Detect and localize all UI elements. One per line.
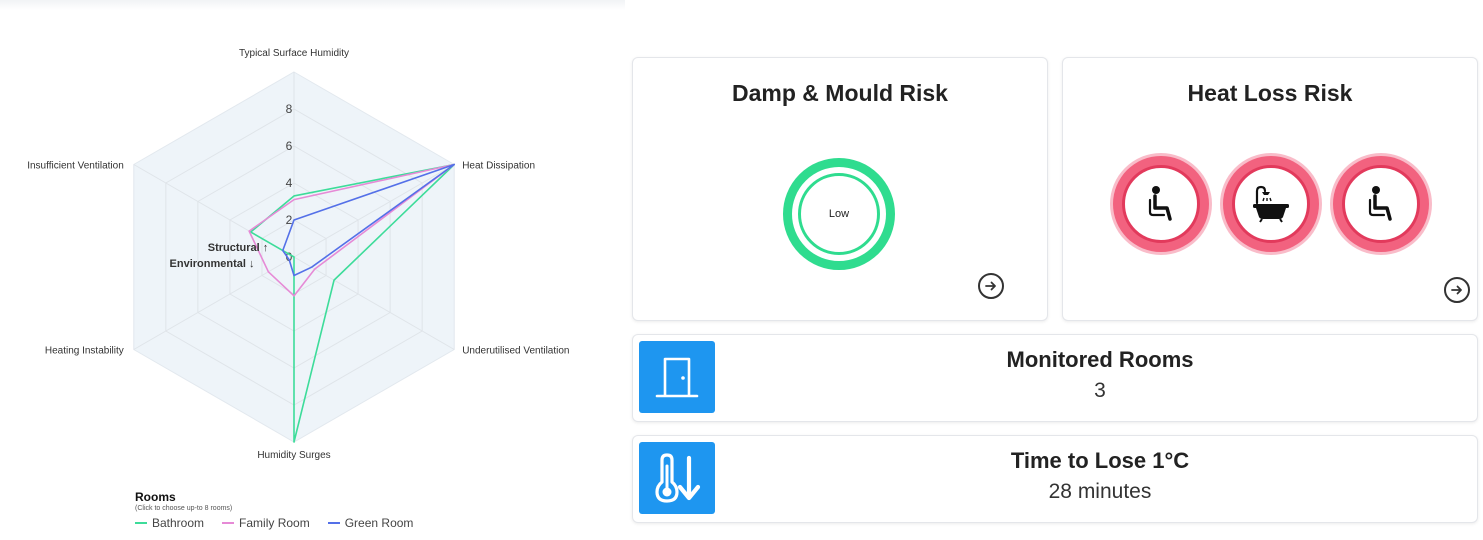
center-label-environmental: Environmental ↓ xyxy=(170,258,255,270)
center-label-structural: Structural ↑ xyxy=(208,242,269,254)
heat-loss-details-button[interactable] xyxy=(1444,277,1470,303)
monitored-rooms-value: 3 xyxy=(1094,379,1106,402)
legend-items: Bathroom Family Room Green Room xyxy=(135,516,413,530)
monitored-rooms-card: Monitored Rooms 3 xyxy=(632,334,1478,422)
arrow-right-icon xyxy=(985,281,996,291)
radar-tick-label: 8 xyxy=(286,102,293,116)
radar-chart: 02468 Typical Surface HumidityHeat Dissi… xyxy=(27,48,569,461)
heat-risk-room-2[interactable] xyxy=(1223,156,1319,252)
time-to-lose-value: 28 minutes xyxy=(1048,480,1152,503)
radar-axis-label: Underutilised Ventilation xyxy=(462,346,569,357)
radar-axis-label: Heating Instability xyxy=(45,346,124,357)
legend-swatch-family-room xyxy=(222,522,235,524)
monitored-rooms-title: Monitored Rooms xyxy=(1006,347,1194,372)
door-icon xyxy=(655,357,699,398)
radar-axis-label: Insufficient Ventilation xyxy=(27,161,124,172)
arrow-right-icon xyxy=(1451,285,1462,295)
legend-swatch-green-room xyxy=(327,522,340,524)
legend: Rooms (Click to choose up-to 8 rooms) Ba… xyxy=(135,490,413,530)
legend-label-green-room: Green Room xyxy=(344,516,414,530)
legend-item-family-room[interactable]: Family Room xyxy=(222,516,310,530)
legend-label-family-room: Family Room xyxy=(239,516,310,530)
heat-loss-title: Heat Loss Risk xyxy=(1187,80,1353,106)
damp-risk-indicator: Low xyxy=(783,158,895,270)
thermometer-down-icon xyxy=(655,453,701,503)
damp-mould-title: Damp & Mould Risk xyxy=(732,80,948,106)
heat-risk-room-1[interactable] xyxy=(1113,156,1209,252)
seated-person-icon xyxy=(1368,186,1392,221)
legend-title: Rooms xyxy=(135,490,176,504)
damp-risk-label: Low xyxy=(798,173,880,255)
radar-axis-label: Humidity Surges xyxy=(257,450,330,461)
legend-item-green-room[interactable]: Green Room xyxy=(327,516,414,530)
legend-item-bathroom[interactable]: Bathroom xyxy=(135,516,204,530)
legend-label-bathroom: Bathroom xyxy=(152,516,205,530)
damp-mould-card: Damp & Mould Risk Low xyxy=(632,57,1048,321)
time-to-lose-icon-tile xyxy=(639,442,715,514)
monitored-rooms-icon-tile xyxy=(639,341,715,413)
damp-details-button[interactable] xyxy=(978,273,1004,299)
bathtub-shower-icon xyxy=(1253,185,1289,223)
legend-swatch-bathroom xyxy=(135,522,147,524)
radar-axis-label: Typical Surface Humidity xyxy=(239,48,349,59)
seated-person-icon xyxy=(1148,186,1172,221)
time-to-lose-title: Time to Lose 1°C xyxy=(1010,448,1190,473)
radar-tick-label: 4 xyxy=(286,176,293,190)
heat-risk-room-3[interactable] xyxy=(1333,156,1429,252)
legend-hint: (Click to choose up-to 8 rooms) xyxy=(135,505,233,512)
time-to-lose-card: Time to Lose 1°C 28 minutes xyxy=(632,435,1478,523)
radar-tick-label: 6 xyxy=(286,139,293,153)
radar-axis-label: Heat Dissipation xyxy=(462,161,535,172)
heat-loss-card: Heat Loss Risk xyxy=(1062,57,1478,321)
